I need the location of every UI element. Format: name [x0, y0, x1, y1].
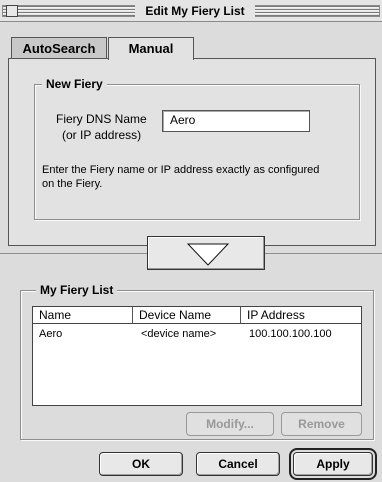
modify-button[interactable]: Modify... [186, 412, 274, 436]
apply-button[interactable]: Apply [289, 448, 377, 480]
window-title: Edit My Fiery List [135, 2, 255, 20]
fiery-dns-name-input[interactable]: Aero [162, 110, 310, 132]
row-ip-address-cell: 100.100.100.100 [249, 328, 332, 340]
title-bar[interactable]: Edit My Fiery List [0, 0, 382, 22]
new-fiery-group-label: New Fiery [42, 77, 107, 91]
row-device-name-cell: <device name> [141, 328, 217, 340]
add-to-list-arrow-button[interactable] [147, 236, 265, 270]
column-header-ip-address[interactable]: IP Address [241, 307, 361, 324]
remove-button[interactable]: Remove [281, 412, 362, 436]
tab-autosearch[interactable]: AutoSearch [11, 37, 107, 59]
dns-name-sublabel: (or IP address) [62, 128, 142, 142]
table-row[interactable]: Aero <device name> 100.100.100.100 [33, 327, 361, 343]
tab-manual[interactable]: Manual [108, 37, 194, 60]
fiery-list-table[interactable]: Name Device Name IP Address Aero <device… [32, 306, 362, 406]
down-arrow-icon [186, 243, 230, 266]
separator-left [0, 253, 148, 254]
help-text-line1: Enter the Fiery name or IP address exact… [42, 164, 320, 176]
my-fiery-list-group-label: My Fiery List [36, 283, 118, 297]
cancel-button[interactable]: Cancel [196, 452, 280, 476]
separator-right [265, 253, 382, 254]
new-fiery-group [34, 84, 360, 220]
help-text-line2: on the Fiery. [42, 178, 103, 190]
row-name-cell: Aero [39, 328, 63, 340]
column-header-name[interactable]: Name [33, 307, 133, 324]
close-box-icon[interactable] [6, 5, 18, 17]
column-header-device-name[interactable]: Device Name [133, 307, 241, 324]
ok-button[interactable]: OK [99, 452, 183, 476]
dns-name-label: Fiery DNS Name [56, 112, 147, 126]
